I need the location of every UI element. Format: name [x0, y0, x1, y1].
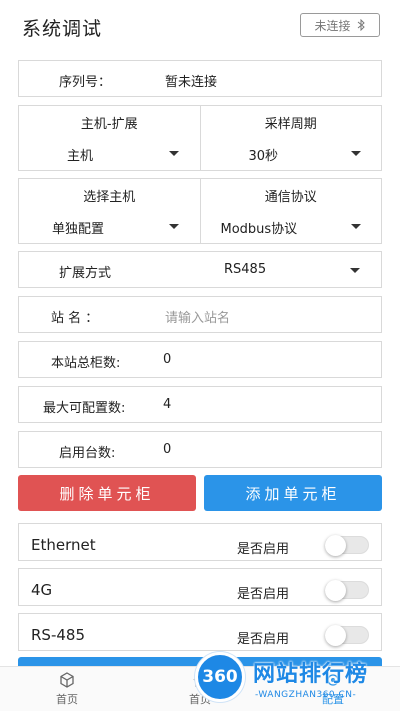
rs485-toggle[interactable]	[325, 625, 369, 646]
enable-label: 是否启用	[237, 587, 290, 602]
chevron-down-icon	[350, 268, 360, 273]
host-expand-select[interactable]: 主机	[19, 144, 200, 164]
cube-icon	[60, 672, 74, 688]
total-cabinets-row: 本站总柜数: 0	[18, 341, 382, 378]
serial-number-row: 序列号： 暂未连接	[18, 60, 382, 97]
station-name-input[interactable]: 请输入站名	[165, 307, 230, 326]
interface-row-ethernet: Ethernet 是否启用	[18, 523, 382, 561]
enabled-units-row: 启用台数: 0	[18, 431, 382, 468]
enabled-units-label: 启用台数:	[59, 446, 116, 461]
chevron-down-icon	[350, 224, 361, 229]
chevron-down-icon	[169, 151, 179, 156]
toggle-knob	[325, 625, 346, 646]
host-period-card: 主机-扩展 主机 采样周期 30秒	[18, 105, 382, 171]
max-config-value: 4	[163, 397, 172, 412]
select-host-value: 单独配置	[52, 222, 105, 237]
total-cabinets-value: 0	[163, 352, 172, 367]
serial-label: 序列号：	[59, 75, 112, 90]
bluetooth-icon	[357, 19, 365, 31]
expand-mode-value: RS485	[224, 262, 267, 277]
4g-toggle[interactable]	[325, 580, 369, 601]
app-header: 系统调试 未连接	[0, 0, 400, 52]
host-expand-value: 主机	[67, 149, 94, 164]
protocol-cell: 通信协议 Modbus协议	[199, 179, 382, 243]
host-expand-cell: 主机-扩展 主机	[19, 106, 200, 170]
page-title: 系统调试	[22, 18, 103, 40]
serial-value: 暂未连接	[165, 75, 218, 90]
tab-home-label: 首页	[56, 693, 78, 706]
enable-label: 是否启用	[237, 632, 290, 647]
max-config-label: 最大可配置数:	[43, 401, 126, 416]
enable-label: 是否启用	[237, 542, 290, 557]
total-cabinets-label: 本站总柜数:	[51, 356, 121, 371]
max-config-row: 最大可配置数: 4	[18, 386, 382, 423]
interface-name: Ethernet	[31, 536, 96, 554]
host-expand-label: 主机-扩展	[80, 117, 138, 132]
tab-home[interactable]: 首页	[32, 671, 102, 707]
select-host-label: 选择主机	[83, 190, 136, 205]
interface-row-rs485: RS-485 是否启用	[18, 613, 382, 651]
protocol-label: 通信协议	[264, 190, 317, 205]
connection-status-label: 未连接	[314, 18, 351, 33]
chevron-down-icon	[350, 151, 361, 156]
toggle-knob	[325, 580, 346, 601]
protocol-value: Modbus协议	[220, 222, 298, 237]
watermark-subtext: -WANGZHAN360.CN-	[255, 690, 357, 700]
watermark-text: 网站排行榜	[253, 662, 369, 687]
ethernet-toggle[interactable]	[325, 535, 369, 556]
station-name-label: 站 名 ：	[51, 311, 99, 326]
sample-period-label: 采样周期	[264, 117, 317, 132]
enabled-units-value: 0	[163, 442, 172, 457]
watermark: 360 网站排行榜 -WANGZHAN360.CN-	[195, 650, 400, 711]
select-host-select[interactable]: 单独配置	[19, 217, 200, 237]
expand-mode-label: 扩展方式	[59, 266, 112, 281]
protocol-select[interactable]: Modbus协议	[201, 217, 382, 237]
expand-mode-row[interactable]: 扩展方式 RS485	[18, 251, 382, 288]
interface-name: RS-485	[31, 626, 85, 644]
add-unit-button[interactable]: 添加单元柜	[204, 475, 382, 511]
sample-period-cell: 采样周期 30秒	[199, 106, 382, 170]
interface-name: 4G	[31, 581, 53, 599]
toggle-knob	[325, 535, 346, 556]
watermark-logo: 360	[195, 652, 245, 702]
station-name-row: 站 名 ： 请输入站名	[18, 296, 382, 333]
select-host-cell: 选择主机 单独配置	[19, 179, 200, 243]
connection-button[interactable]: 未连接	[300, 13, 380, 37]
host-protocol-card: 选择主机 单独配置 通信协议 Modbus协议	[18, 178, 382, 244]
sample-period-select[interactable]: 30秒	[201, 144, 382, 164]
sample-period-value: 30秒	[248, 149, 279, 164]
interface-row-4g: 4G 是否启用	[18, 568, 382, 606]
chevron-down-icon	[169, 224, 179, 229]
delete-unit-button[interactable]: 删除单元柜	[18, 475, 196, 511]
